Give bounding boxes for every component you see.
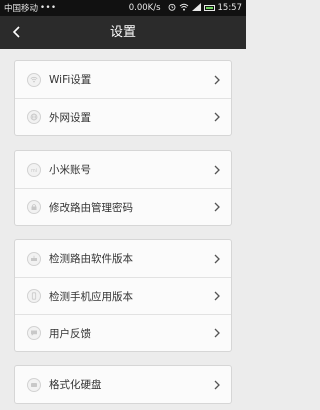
clock: 15:57 [217,3,243,13]
settings-group-account: mi 小米账号 修改路由管理密码 [14,150,232,226]
globe-icon [27,110,41,124]
battery-icon [203,5,215,11]
mi-account-item[interactable]: mi 小米账号 [15,151,231,188]
disk-icon [27,377,41,392]
network-speed: 0.00K/s [128,3,161,13]
change-password-label: 修改路由管理密码 [49,201,133,214]
phone-update-icon [27,289,41,303]
wifi-settings-item[interactable]: WiFi设置 [15,61,231,98]
svg-text:mi: mi [31,168,37,174]
lock-icon [27,200,41,214]
chevron-right-icon [212,165,222,175]
app-version-item[interactable]: 检测手机应用版本 [15,277,231,314]
feedback-item[interactable]: 用户反馈 [15,314,231,351]
signal-icon [191,2,201,14]
chevron-right-icon [212,202,222,212]
wan-settings-label: 外网设置 [49,111,91,124]
notification-dots: ••• [40,3,57,13]
router-update-icon [27,251,41,266]
chevron-right-icon [212,380,222,390]
page-title: 设置 [109,25,136,40]
wifi-settings-label: WiFi设置 [49,74,92,86]
change-password-item[interactable]: 修改路由管理密码 [15,188,231,225]
feedback-label: 用户反馈 [49,327,91,340]
title-bar: 设置 [0,16,246,49]
format-disk-item[interactable]: 格式化硬盘 [15,366,231,403]
settings-group-storage: 格式化硬盘 [14,365,232,404]
wifi-icon [179,3,189,14]
wifi-icon [27,72,41,87]
back-button[interactable] [6,16,26,49]
router-version-label: 检测路由软件版本 [49,253,133,265]
back-arrow-icon [12,23,20,42]
chevron-right-icon [212,112,222,122]
format-disk-label: 格式化硬盘 [49,379,102,391]
settings-group-updates: 检测路由软件版本 检测手机应用版本 用户反馈 [14,239,232,352]
settings-group-network: WiFi设置 外网设置 [14,60,232,136]
wan-settings-item[interactable]: 外网设置 [15,98,231,135]
chevron-right-icon [212,75,222,85]
mi-account-icon: mi [27,162,41,177]
chevron-right-icon [212,291,222,301]
chevron-right-icon [212,254,222,264]
status-bar: 中国移动 ••• 0.00K/s 15:57 [0,0,246,16]
alarm-icon [168,3,176,14]
feedback-icon [27,326,41,340]
carrier-name: 中国移动 [4,4,39,14]
mi-account-label: 小米账号 [49,164,91,176]
chevron-right-icon [212,328,222,338]
router-version-item[interactable]: 检测路由软件版本 [15,240,231,277]
app-version-label: 检测手机应用版本 [49,290,133,303]
